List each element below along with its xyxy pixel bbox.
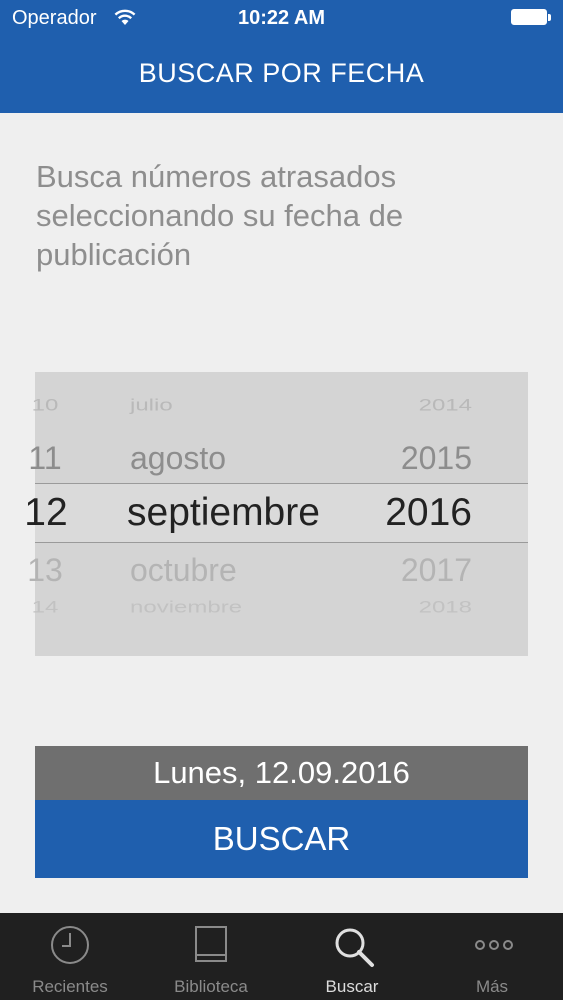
picker-year[interactable]: 2018 (360, 598, 472, 618)
tab-label: Buscar (325, 977, 379, 996)
tab-bar: Recientes Biblioteca Buscar Más (0, 913, 563, 1000)
picker-month[interactable]: agosto (130, 440, 380, 477)
tab-label: Más (475, 977, 509, 996)
status-bar: Operador 10:22 AM (0, 0, 563, 38)
tab-label: Recientes (32, 977, 108, 996)
picker-year-selected[interactable]: 2016 (360, 491, 472, 535)
selected-date-display: Lunes, 12.09.2016 (35, 746, 528, 800)
more-icon (472, 925, 513, 965)
picker-year[interactable]: 2017 (360, 552, 472, 589)
picker-day-selected[interactable]: 12 (20, 491, 72, 535)
picker-day[interactable]: 13 (20, 552, 70, 589)
picker-month[interactable]: noviembre (130, 598, 380, 618)
tab-recientes[interactable]: Recientes (0, 913, 140, 1000)
tab-mas[interactable]: Más (422, 913, 562, 1000)
picker-day[interactable]: 14 (20, 598, 70, 618)
search-icon (332, 925, 374, 967)
picker-month-selected[interactable]: septiembre (127, 491, 377, 535)
search-button[interactable]: BUSCAR (35, 800, 528, 878)
picker-day[interactable]: 10 (20, 396, 70, 416)
battery-icon (511, 9, 551, 27)
picker-year[interactable]: 2015 (360, 440, 472, 477)
clock-time: 10:22 AM (237, 7, 326, 29)
tab-biblioteca[interactable]: Biblioteca (141, 913, 281, 1000)
picker-day[interactable]: 11 (20, 440, 70, 477)
clock-icon (50, 925, 90, 965)
page-title: BUSCAR POR FECHA (138, 58, 425, 88)
picker-year[interactable]: 2014 (360, 396, 472, 416)
tab-label: Biblioteca (174, 977, 248, 996)
book-icon (191, 925, 231, 965)
intro-text: Busca números atrasados seleccionando su… (36, 159, 404, 272)
tab-buscar[interactable]: Buscar (282, 913, 422, 1000)
picker-month[interactable]: octubre (130, 552, 380, 589)
header: Operador 10:22 AM BUSCAR POR FECHA (0, 0, 563, 113)
picker-month[interactable]: julio (130, 396, 380, 416)
